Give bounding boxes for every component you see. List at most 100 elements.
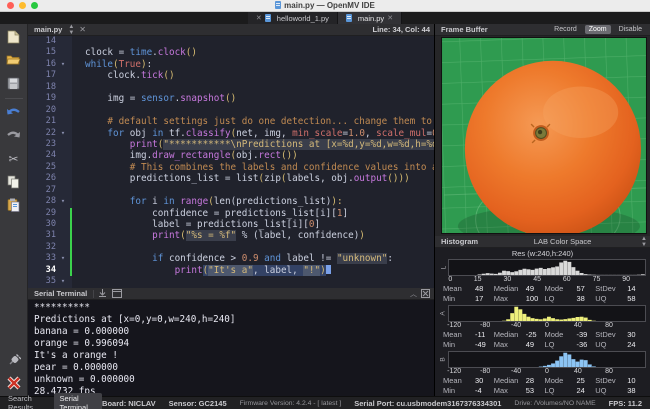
frame-buffer-image[interactable] (435, 36, 650, 236)
connect-button[interactable] (4, 350, 24, 370)
copy-icon (7, 175, 20, 189)
line-number-gutter[interactable]: 34 (28, 265, 72, 276)
code-line[interactable]: 20 (28, 105, 434, 116)
code-line[interactable]: 28▾ for i in range(len(predictions_list)… (28, 196, 434, 207)
code-line[interactable]: 16▾while(True): (28, 59, 434, 70)
line-number-gutter[interactable]: 25 (28, 162, 72, 173)
code-text: clock.tick() (72, 70, 175, 81)
histogram-channel-l: L0153045607590Mean48Median49Mode57StDev1… (439, 259, 646, 304)
line-number-gutter[interactable]: 15 (28, 47, 72, 58)
line-number-gutter[interactable]: 29 (28, 208, 72, 219)
fold-arrow-icon[interactable]: ▾ (56, 128, 70, 139)
code-line[interactable]: 25 # This combines the labels and confid… (28, 162, 434, 173)
code-line[interactable]: 22▾ for obj in tf.classify(net, img, min… (28, 128, 434, 139)
line-number-gutter[interactable]: 27 (28, 185, 72, 196)
histogram-title: Histogram (435, 237, 484, 246)
line-number-gutter[interactable]: 24 (28, 150, 72, 161)
code-line[interactable]: 23 print("***********\nPredictions at [x… (28, 139, 434, 150)
close-panel-icon[interactable] (421, 289, 430, 298)
status-tab-search-results[interactable]: Search Results (2, 393, 52, 409)
line-number-gutter[interactable]: 19 (28, 93, 72, 104)
fold-arrow-icon[interactable]: ▾ (56, 59, 70, 70)
serial-log-icon[interactable] (98, 289, 107, 298)
line-number-gutter[interactable]: 16▾ (28, 59, 72, 70)
line-number-gutter[interactable]: 22▾ (28, 128, 72, 139)
undo-button[interactable] (4, 103, 24, 123)
code-line[interactable]: 35▾ (28, 276, 434, 287)
fold-spacer (56, 185, 70, 196)
fold-arrow-icon[interactable]: ▾ (56, 276, 70, 287)
close-tab-icon[interactable]: ✕ (387, 14, 393, 22)
code-text (72, 276, 85, 287)
line-number-gutter[interactable]: 30 (28, 219, 72, 230)
code-line[interactable]: 32 (28, 242, 434, 253)
code-line[interactable]: 15clock = time.clock() (28, 47, 434, 58)
line-number-gutter[interactable]: 21 (28, 116, 72, 127)
fold-arrow-icon[interactable]: ▾ (56, 196, 70, 207)
code-text: img = sensor.snapshot() (72, 93, 236, 104)
code-line[interactable]: 26 predictions_list = list(zip(labels, o… (28, 173, 434, 184)
code-line[interactable]: 27 (28, 185, 434, 196)
paste-button[interactable] (4, 195, 24, 215)
zoom-button[interactable]: Zoom (585, 25, 611, 34)
code-line[interactable]: 24 img.draw_rectangle(obj.rect()) (28, 150, 434, 161)
line-number-gutter[interactable]: 17 (28, 70, 72, 81)
connect-icon (7, 353, 21, 367)
tab-main[interactable]: main.py ✕ (338, 12, 402, 24)
line-number-gutter[interactable]: 32 (28, 242, 72, 253)
code-line[interactable]: 29 confidence = predictions_list[i][1] (28, 208, 434, 219)
code-line[interactable]: 14 (28, 36, 434, 47)
code-line[interactable]: 31 print("%s = %f" % (label, confidence)… (28, 230, 434, 241)
code-text: if confidence > 0.9 and label != "unknow… (72, 253, 393, 264)
tab-helloworld[interactable]: ✕ helloworld_1.py (248, 12, 338, 24)
resolution-label: Res (w:240,h:240) (439, 249, 646, 259)
open-file-button[interactable] (4, 50, 24, 70)
code-line[interactable]: 21 # default settings just do one detect… (28, 116, 434, 127)
status-item: Board: NICLAV (102, 399, 156, 408)
collapse-panel-icon[interactable]: ︿ (410, 289, 417, 299)
color-space-dropdown[interactable]: LAB Color Space (484, 237, 641, 246)
code-line[interactable]: 19 img = sensor.snapshot() (28, 93, 434, 104)
status-bar: Search Results Serial Terminal Board: NI… (0, 396, 650, 409)
document-icon (346, 14, 352, 22)
line-number-gutter[interactable]: 20 (28, 105, 72, 116)
channel-stats-row: Mean48Median49Mode57StDev14 (439, 284, 646, 294)
line-number-gutter[interactable]: 31 (28, 230, 72, 241)
code-line[interactable]: 18 (28, 82, 434, 93)
window-title: main.py — OpenMV IDE (0, 0, 650, 12)
open-document-selector[interactable]: main.py (28, 25, 68, 34)
save-file-button[interactable] (4, 73, 24, 93)
terminal-window-icon[interactable] (112, 289, 122, 298)
record-button[interactable]: Record (550, 25, 581, 34)
stop-script-button[interactable] (4, 373, 24, 393)
copy-button[interactable] (4, 172, 24, 192)
status-item: Firmware Version: 4.2.4 - [ latest ] (240, 400, 342, 407)
chevron-updown-icon[interactable]: ▲▼ (641, 236, 650, 248)
status-tab-serial-terminal[interactable]: Serial Terminal (54, 393, 103, 409)
line-number-gutter[interactable]: 28▾ (28, 196, 72, 207)
line-number-gutter[interactable]: 14 (28, 36, 72, 47)
line-number-gutter[interactable]: 35▾ (28, 276, 72, 287)
code-text (72, 36, 85, 47)
code-line[interactable]: 17 clock.tick() (28, 70, 434, 81)
code-line[interactable]: 33▾ if confidence > 0.9 and label != "un… (28, 253, 434, 264)
close-tab-icon[interactable]: ✕ (256, 14, 262, 22)
serial-terminal-output[interactable]: **********Predictions at [x=0,y=0,w=240,… (28, 300, 434, 396)
code-text: for obj in tf.classify(net, img, min_sca… (72, 128, 434, 139)
close-document-icon[interactable]: ✕ (73, 25, 92, 34)
new-file-button[interactable] (4, 27, 24, 47)
line-number-gutter[interactable]: 26 (28, 173, 72, 184)
disable-button[interactable]: Disable (615, 25, 646, 34)
cut-button[interactable]: ✂ (4, 149, 24, 169)
code-text: # default settings just do one detection… (72, 116, 434, 127)
redo-button[interactable] (4, 126, 24, 146)
fold-arrow-icon[interactable]: ▾ (56, 253, 70, 264)
histogram-chart (448, 305, 646, 322)
line-number-gutter[interactable]: 23 (28, 139, 72, 150)
code-line[interactable]: 34 print("It's a", label, "!") (28, 265, 434, 276)
line-number-gutter[interactable]: 18 (28, 82, 72, 93)
code-line[interactable]: 30 label = predictions_list[i][0] (28, 219, 434, 230)
code-editor[interactable]: 1415clock = time.clock()16▾while(True):1… (28, 36, 434, 288)
histogram-channel-a: A-120-80-4004080Mean-11Median-25Mode-39S… (439, 305, 646, 350)
line-number-gutter[interactable]: 33▾ (28, 253, 72, 264)
